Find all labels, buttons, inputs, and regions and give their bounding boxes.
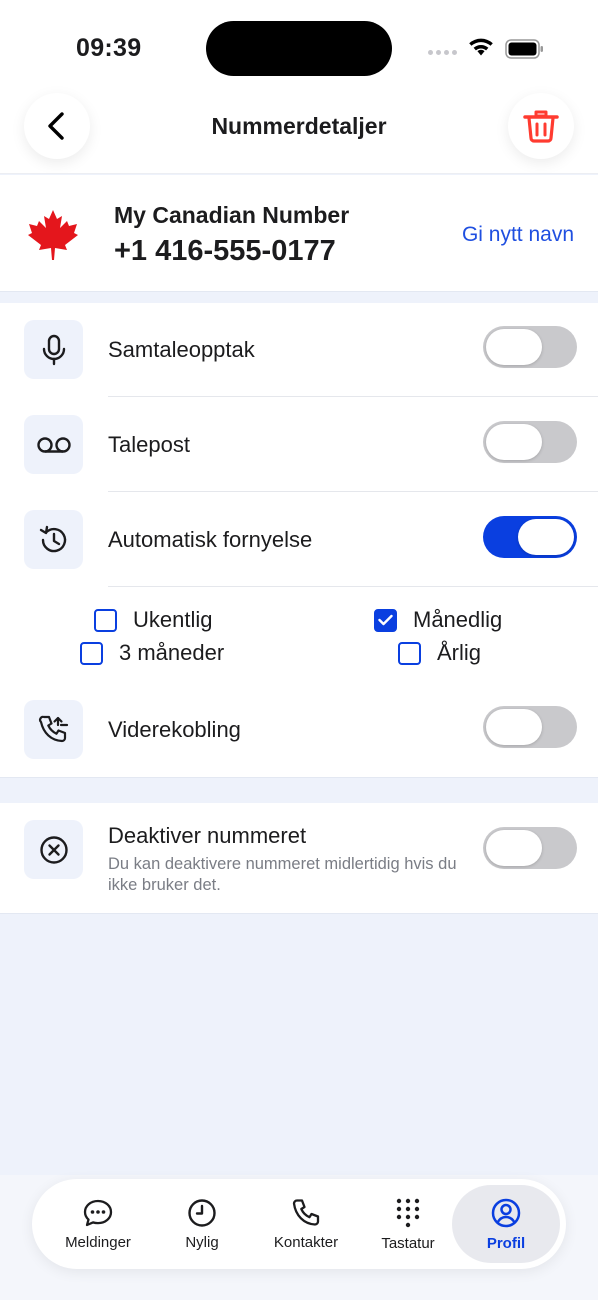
checkbox-weekly[interactable]: [94, 608, 117, 632]
tab-bar-pill: Meldinger Nylig Kontakter Tastatur Profi…: [32, 1179, 566, 1269]
forwarding-label: Viderekobling: [108, 717, 241, 742]
setting-row-voicemail: Talepost: [0, 398, 598, 493]
tab-contacts[interactable]: Kontakter: [254, 1179, 358, 1269]
tab-profile[interactable]: Profil: [452, 1185, 560, 1263]
rename-link[interactable]: Gi nytt navn: [462, 223, 574, 247]
setting-row-auto-renew: Automatisk fornyelse: [0, 493, 598, 588]
option-quarterly[interactable]: 3 måneder: [80, 640, 224, 666]
phone-number: +1 416-555-0177: [114, 235, 336, 267]
chat-icon: [83, 1199, 113, 1226]
phone-forward-icon: [24, 700, 83, 759]
clock-icon: [188, 1198, 216, 1227]
option-weekly-label: Ukentlig: [133, 607, 213, 632]
profile-icon: [491, 1198, 521, 1227]
status-bar: 09:39: [0, 0, 598, 96]
wifi-icon: [469, 38, 493, 56]
tab-contacts-label: Kontakter: [273, 1233, 339, 1251]
setting-row-recording: Samtaleopptak: [0, 303, 598, 398]
keypad-icon: [396, 1198, 420, 1227]
voicemail-toggle[interactable]: [483, 421, 577, 463]
cellular-signal-icon: [428, 50, 457, 55]
option-yearly-label: Årlig: [437, 640, 482, 665]
navigation-bar: Nummerdetaljer: [0, 93, 598, 174]
delete-button[interactable]: [508, 93, 574, 159]
recording-label: Samtaleopptak: [108, 337, 255, 362]
option-weekly[interactable]: Ukentlig: [94, 607, 212, 633]
tab-messages[interactable]: Meldinger: [46, 1179, 150, 1269]
checkmark-icon: [378, 614, 393, 626]
setting-row-forwarding: Viderekobling: [0, 683, 598, 778]
tab-bar: Meldinger Nylig Kontakter Tastatur Profi…: [0, 1175, 598, 1300]
deactivate-row: Deaktiver nummeret Du kan deaktivere num…: [0, 803, 598, 914]
recording-toggle[interactable]: [483, 326, 577, 368]
tab-keypad-label: Tastatur: [381, 1234, 435, 1252]
phone-icon: [292, 1198, 320, 1226]
option-monthly[interactable]: Månedlig: [374, 607, 502, 633]
x-circle-icon: [24, 820, 83, 879]
number-name: My Canadian Number: [114, 202, 350, 228]
checkbox-yearly[interactable]: [398, 641, 421, 665]
canada-flag-icon: [28, 210, 78, 260]
divider: [108, 491, 598, 492]
status-time: 09:39: [76, 34, 142, 62]
trash-icon: [523, 110, 559, 143]
forwarding-toggle[interactable]: [483, 706, 577, 748]
deactivate-toggle[interactable]: [483, 827, 577, 869]
checkbox-monthly[interactable]: [374, 608, 397, 632]
divider: [108, 586, 598, 587]
deactivate-description: Du kan deaktivere nummeret midlertidig h…: [108, 855, 457, 894]
tab-messages-label: Meldinger: [65, 1233, 131, 1251]
divider: [108, 396, 598, 397]
tab-profile-label: Profil: [486, 1234, 526, 1252]
voicemail-icon: [24, 415, 83, 474]
tab-recent-label: Nylig: [185, 1233, 219, 1251]
option-monthly-label: Månedlig: [413, 607, 503, 632]
option-yearly[interactable]: Årlig: [398, 640, 481, 666]
auto-renew-toggle[interactable]: [483, 516, 577, 558]
tab-keypad[interactable]: Tastatur: [358, 1179, 458, 1269]
deactivate-label: Deaktiver nummeret: [108, 823, 307, 848]
checkbox-quarterly[interactable]: [80, 641, 103, 665]
tab-recent[interactable]: Nylig: [150, 1179, 254, 1269]
auto-renew-label: Automatisk fornyelse: [108, 527, 313, 552]
battery-icon: [505, 39, 543, 59]
settings-list: Samtaleopptak Talepost Automatisk fornye…: [0, 303, 598, 778]
option-quarterly-label: 3 måneder: [119, 640, 225, 665]
microphone-icon: [24, 320, 83, 379]
dynamic-island: [206, 21, 392, 76]
number-card: My Canadian Number +1 416-555-0177 Gi ny…: [0, 175, 598, 292]
voicemail-label: Talepost: [108, 432, 190, 457]
history-icon: [24, 510, 83, 569]
